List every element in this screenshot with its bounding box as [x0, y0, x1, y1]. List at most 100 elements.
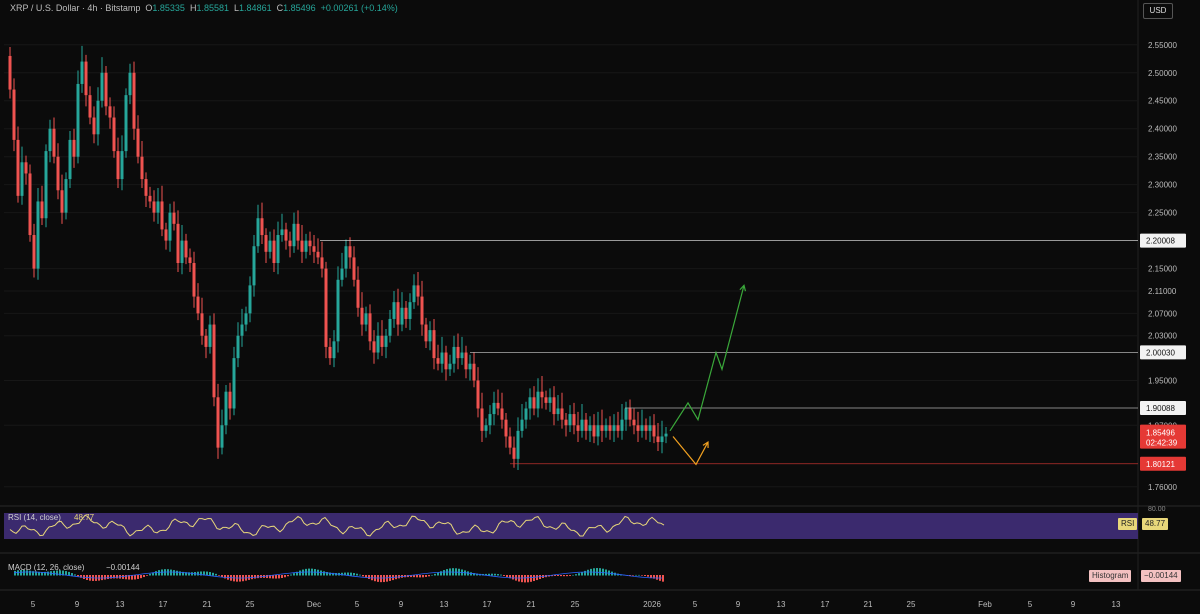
candle-body	[384, 335, 388, 347]
macd-histogram-bar	[134, 575, 136, 580]
macd-histogram-bar	[158, 570, 160, 576]
macd-histogram-bar	[578, 573, 580, 576]
level-tag-label: 1.80121	[1146, 460, 1175, 469]
macd-histogram-bar	[212, 572, 214, 576]
candle-body	[368, 313, 372, 342]
macd-histogram-bar	[425, 575, 427, 577]
candle-body	[296, 223, 300, 241]
candle-body	[124, 95, 128, 152]
candle-body	[560, 408, 564, 420]
candle-body	[652, 425, 656, 437]
open-value: 1.85335	[152, 3, 185, 13]
candle-body	[472, 363, 476, 381]
candle-body	[12, 89, 16, 140]
candle-body	[360, 307, 364, 325]
candle-body	[484, 425, 488, 431]
candle-body	[648, 425, 652, 431]
candle-body	[616, 425, 620, 431]
y-tick-label: 2.50000	[1148, 69, 1177, 78]
macd-histogram-bar	[368, 575, 370, 580]
candle-body	[180, 240, 184, 263]
candle-body	[76, 83, 80, 157]
candle-body	[100, 72, 104, 101]
y-tick-label: 2.03000	[1148, 332, 1177, 341]
macd-histogram-bar	[155, 571, 157, 576]
macd-histogram-bar	[380, 575, 382, 583]
change-value: +0.00261 (+0.14%)	[320, 3, 398, 13]
price-chart[interactable]: 2.55000 2.50000 2.45000 2.40000 2.35000 2.300…	[0, 0, 1200, 614]
macd-histogram-bar	[137, 575, 139, 579]
macd-histogram-bar	[215, 573, 217, 576]
macd-histogram-bar	[443, 570, 445, 576]
candle-body	[520, 419, 524, 431]
level-tag-label: 2.00030	[1146, 348, 1175, 357]
rsi-band	[4, 513, 1138, 539]
macd-histogram-bar	[299, 570, 301, 576]
candle-body	[200, 313, 204, 336]
currency-button[interactable]: USD	[1143, 3, 1173, 19]
candle-body	[304, 240, 308, 252]
x-tick-label: 13	[116, 600, 125, 609]
macd-histogram-bar	[572, 574, 574, 576]
x-tick-label: Feb	[978, 600, 992, 609]
candle-body	[636, 425, 640, 431]
macd-histogram-bar	[656, 575, 658, 580]
candle-body	[64, 179, 68, 213]
macd-histogram-bar	[530, 575, 532, 582]
candle-body	[604, 425, 608, 431]
candle-body	[576, 425, 580, 431]
macd-histogram-bar	[77, 575, 79, 577]
macd-histogram-bar	[587, 569, 589, 576]
candle-body	[204, 335, 208, 347]
candle-body	[412, 285, 416, 303]
candle-body	[128, 72, 132, 96]
candle-body	[240, 324, 244, 336]
x-tick-label: 9	[75, 600, 80, 609]
candle-body	[528, 397, 532, 409]
x-tick-label: 21	[864, 600, 873, 609]
macd-histogram-bar	[422, 575, 424, 578]
candle-body	[328, 346, 332, 359]
rsi-tag: RSI	[1118, 518, 1138, 530]
candle-body	[156, 201, 160, 213]
candlestick-series	[8, 45, 668, 471]
time-axis[interactable]: 5 9 13 17 21 25 Dec 5 9 13 17 21 25 2026 5 9 13 17 21 25 Feb…	[31, 600, 1121, 609]
candle-body	[564, 419, 568, 426]
candle-body	[184, 240, 188, 258]
x-tick-label: Dec	[307, 600, 321, 609]
x-tick-label: 9	[736, 600, 741, 609]
macd-histogram-bar	[323, 571, 325, 576]
candle-body	[580, 419, 584, 431]
candle-body	[28, 173, 32, 236]
countdown-label: 02:42:39	[1146, 439, 1178, 448]
candle-body	[228, 391, 232, 409]
candle-body	[120, 151, 124, 180]
macd-histogram-bar	[140, 575, 142, 579]
candle-body	[300, 240, 304, 252]
candle-body	[476, 380, 480, 409]
macd-histogram-bar	[650, 575, 652, 578]
x-tick-label: 9	[399, 600, 404, 609]
macd-histogram-bar	[524, 575, 526, 583]
macd-histogram-bar	[176, 570, 178, 576]
candle-body	[380, 335, 384, 347]
candle-body	[364, 313, 368, 325]
candle-body	[244, 313, 248, 325]
candle-body	[16, 139, 20, 196]
macd-histogram-bar	[536, 575, 538, 581]
rsi-header-value: 48.77	[74, 513, 95, 522]
price-axis[interactable]: 2.55000 2.50000 2.45000 2.40000 2.35000 2.300…	[1140, 41, 1186, 492]
macd-histogram-bar	[104, 575, 106, 580]
candle-body	[212, 324, 216, 398]
candle-body	[40, 201, 44, 219]
macd-histogram-bar	[575, 574, 577, 576]
macd-label[interactable]: MACD (12, 26, close)	[8, 563, 84, 572]
candle-body	[540, 391, 544, 398]
candle-body	[268, 240, 272, 252]
candle-body	[148, 195, 152, 202]
macd-histogram-bar	[602, 568, 604, 576]
x-tick-label: 17	[159, 600, 168, 609]
rsi-label[interactable]: RSI (14, close)	[8, 513, 61, 522]
candle-body	[88, 95, 92, 118]
candle-body	[608, 425, 612, 431]
